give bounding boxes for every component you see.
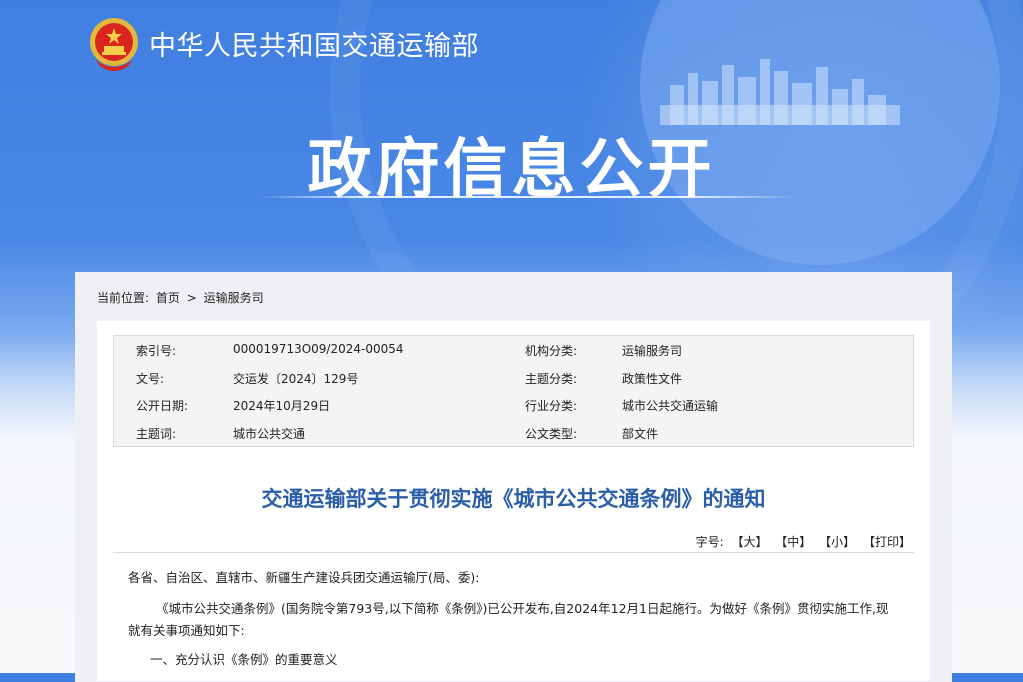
salutation: 各省、自治区、直辖市、新疆生产建设兵团交通运输厅(局、委): — [128, 570, 480, 585]
breadcrumb-current-link[interactable]: 运输服务司 — [204, 291, 264, 305]
print-button[interactable]: 【打印】 — [863, 535, 911, 549]
meta-key: 索引号: — [136, 344, 177, 358]
divider — [113, 552, 914, 553]
meta-key: 行业分类: — [525, 399, 578, 413]
meta-value: 政策性文件 — [622, 372, 683, 386]
breadcrumb: 当前位置: 首页 > 运输服务司 — [97, 289, 267, 306]
meta-key: 主题词: — [136, 427, 177, 441]
font-size-toolbar: 字号: 【大】 【中】 【小】 【打印】 — [696, 533, 911, 550]
national-emblem-icon — [90, 18, 138, 71]
meta-value: 000019713O09/2024-00054 — [233, 342, 404, 356]
meta-key: 机构分类: — [525, 344, 578, 358]
meta-key: 主题分类: — [525, 372, 578, 386]
meta-value: 交运发〔2024〕129号 — [233, 372, 359, 386]
meta-value: 2024年10月29日 — [233, 399, 331, 413]
font-large-button[interactable]: 【大】 — [731, 535, 767, 549]
breadcrumb-home-link[interactable]: 首页 — [156, 291, 180, 305]
section-heading: 一、充分认识《条例》的重要意义 — [150, 652, 338, 667]
breadcrumb-separator: > — [186, 291, 197, 305]
paragraph-line: 《城市公共交通条例》(国务院令第793号,以下简称《条例》)已公开发布,自202… — [156, 601, 889, 616]
paragraph-line: 就有关事项通知如下: — [128, 623, 245, 638]
font-size-label: 字号: — [695, 535, 724, 549]
font-medium-button[interactable]: 【中】 — [775, 535, 811, 549]
hero-divider — [257, 196, 797, 198]
font-small-button[interactable]: 【小】 — [819, 535, 855, 549]
meta-key: 文号: — [136, 372, 165, 386]
meta-value: 城市公共交通 — [233, 427, 306, 441]
meta-key: 公文类型: — [525, 427, 578, 441]
city-skyline-icon — [660, 59, 900, 125]
meta-value: 部文件 — [622, 427, 659, 441]
meta-value: 运输服务司 — [622, 344, 683, 358]
meta-value: 城市公共交通运输 — [622, 399, 719, 413]
site-name[interactable]: 中华人民共和国交通运输部 — [149, 24, 479, 63]
meta-key: 公开日期: — [136, 399, 189, 413]
article-title: 交通运输部关于贯彻实施《城市公共交通条例》的通知 — [261, 487, 766, 511]
breadcrumb-label: 当前位置: — [97, 291, 150, 305]
